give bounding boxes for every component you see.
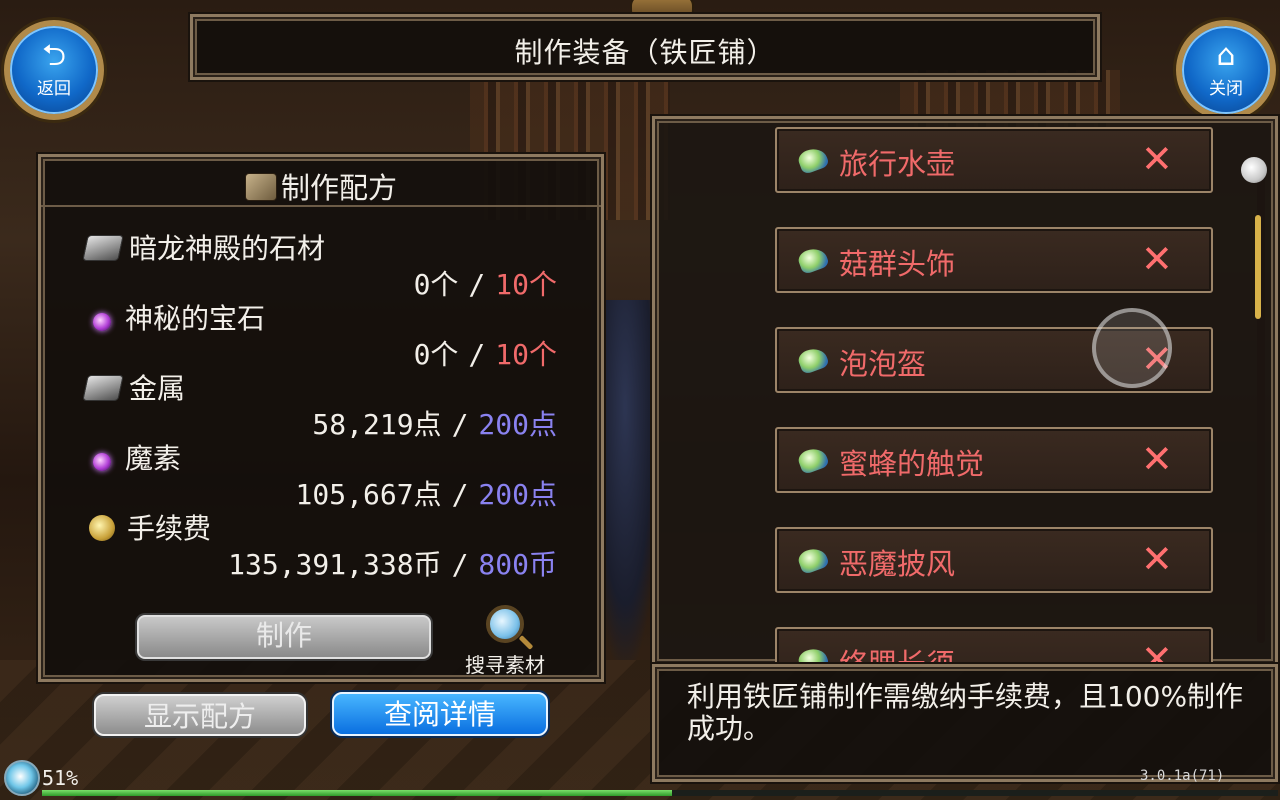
unavailable-x-icon: ✕ <box>1141 437 1173 481</box>
material-name: 暗龙神殿的石材 <box>129 232 326 265</box>
progress-percent: 51% <box>42 766 79 790</box>
title-bar: 制作装备（铁匠铺） <box>190 14 1100 80</box>
equipment-icon <box>796 144 830 176</box>
recipe-panel: 制作配方 暗龙神殿的石材 0个 / 10个 神秘的宝石 0个 / 10个 金属 58,2… <box>38 154 604 682</box>
unavailable-x-icon: ✕ <box>1141 637 1173 666</box>
material-have: 105,667点 <box>295 478 442 511</box>
material-row: 神秘的宝石 0个 / 10个 <box>85 301 585 373</box>
item-name: 菇群头饰 <box>839 247 956 281</box>
scrollbar-thumb[interactable] <box>1255 215 1261 319</box>
equipment-icon <box>796 544 830 576</box>
list-item[interactable]: 蜜蜂的触觉 ✕ <box>775 427 1213 493</box>
list-item[interactable]: 恶魔披风 ✕ <box>775 527 1213 593</box>
material-name: 魔素 <box>125 442 182 475</box>
material-separator: / <box>451 548 469 581</box>
close-button-label: 关闭 <box>1209 79 1243 99</box>
recipe-book-icon <box>244 173 277 201</box>
gem-icon <box>93 313 111 331</box>
material-have: 135,391,338币 <box>228 548 442 581</box>
item-name: 恶魔披风 <box>839 547 956 581</box>
unavailable-x-icon: ✕ <box>1141 137 1173 181</box>
item-name: 旅行水壶 <box>839 147 956 181</box>
item-name: 泡泡盔 <box>839 347 927 381</box>
description-panel: 利用铁匠铺制作需缴纳手续费，且100%制作成功。 <box>652 664 1278 782</box>
back-button[interactable]: ⮌ 返回 <box>4 20 104 120</box>
material-separator: / <box>451 478 469 511</box>
stone-icon <box>82 235 124 261</box>
search-materials-button[interactable]: 搜寻素材 <box>455 605 555 678</box>
view-details-button[interactable]: 查阅详情 <box>332 692 548 736</box>
search-materials-label: 搜寻素材 <box>465 653 545 677</box>
equipment-icon <box>796 344 830 376</box>
list-item[interactable]: 旅行水壶 ✕ <box>775 127 1213 193</box>
stone-icon <box>82 375 124 401</box>
material-name: 手续费 <box>127 512 212 545</box>
show-recipe-button[interactable]: 显示配方 <box>94 694 306 736</box>
material-have: 58,219点 <box>312 408 442 441</box>
equipment-icon <box>796 644 830 663</box>
progress-bar <box>42 790 1278 796</box>
unavailable-x-icon: ✕ <box>1141 237 1173 281</box>
material-separator: / <box>468 338 486 371</box>
material-have: 0个 <box>413 338 459 371</box>
material-separator: / <box>468 268 486 301</box>
close-button[interactable]: ⌂ 关闭 <box>1176 20 1276 120</box>
gem-icon <box>93 453 111 471</box>
page-title: 制作装备（铁匠铺） <box>514 36 776 69</box>
magnifier-icon <box>486 605 524 643</box>
home-icon: ⌂ <box>1216 38 1236 73</box>
material-need: 200点 <box>478 478 557 511</box>
material-row: 手续费 135,391,338币 / 800币 <box>85 511 585 583</box>
scroll-knob-icon[interactable] <box>1241 157 1267 183</box>
version-label: 3.0.1a(71) <box>1140 768 1225 784</box>
touch-indicator <box>1092 308 1172 388</box>
material-row: 魔素 105,667点 / 200点 <box>85 441 585 513</box>
item-name: 蜜蜂的触觉 <box>839 447 985 481</box>
recipe-header: 制作配方 <box>41 165 601 207</box>
back-button-label: 返回 <box>37 79 71 99</box>
list-item[interactable]: 络腮长须 ✕ <box>775 627 1213 666</box>
item-name: 络腮长须 <box>839 647 956 666</box>
material-separator: / <box>451 408 469 441</box>
status-orb-icon <box>4 760 40 796</box>
material-need: 10个 <box>495 338 557 371</box>
back-arrow-icon: ⮌ <box>41 38 67 73</box>
material-need: 200点 <box>478 408 557 441</box>
material-name: 金属 <box>129 372 186 405</box>
material-row: 暗龙神殿的石材 0个 / 10个 <box>82 231 585 303</box>
progress-fill <box>42 790 673 796</box>
equipment-icon <box>796 444 830 476</box>
craft-button[interactable]: 制作 <box>137 615 431 659</box>
item-list-panel[interactable]: 旅行水壶 ✕ 菇群头饰 ✕ 泡泡盔 ✕ 蜜蜂的触觉 ✕ 恶魔披风 ✕ 络腮长须 … <box>652 116 1278 666</box>
list-item[interactable]: 菇群头饰 ✕ <box>775 227 1213 293</box>
material-row: 金属 58,219点 / 200点 <box>82 371 585 443</box>
unavailable-x-icon: ✕ <box>1141 537 1173 581</box>
equipment-icon <box>796 244 830 276</box>
material-need: 10个 <box>495 268 557 301</box>
description-text: 利用铁匠铺制作需缴纳手续费，且100%制作成功。 <box>687 680 1244 745</box>
material-need: 800币 <box>478 548 557 581</box>
coin-icon <box>89 515 115 541</box>
recipe-title: 制作配方 <box>280 171 397 205</box>
material-have: 0个 <box>413 268 459 301</box>
material-name: 神秘的宝石 <box>125 302 266 335</box>
